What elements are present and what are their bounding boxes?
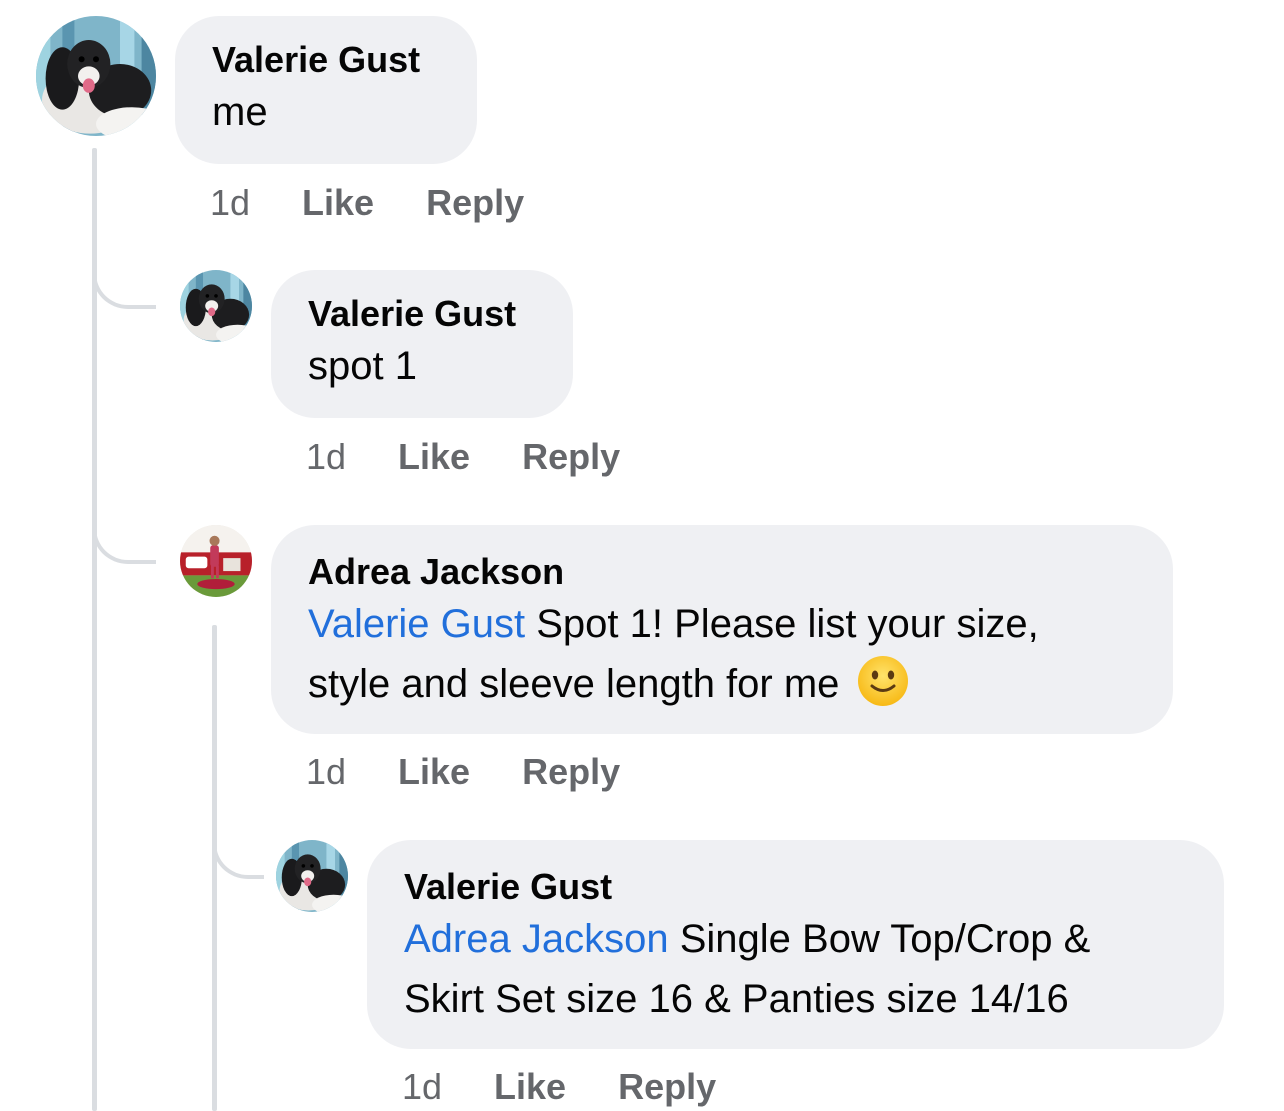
comment-text: me: [212, 90, 268, 134]
comment-text: Valerie Gust Spot 1! Please list your si…: [308, 594, 1173, 714]
like-button[interactable]: Like: [398, 751, 470, 793]
avatar-dog[interactable]: [36, 16, 156, 136]
thread-connector-reply-1: [92, 225, 156, 309]
slightly-smiling-face-icon: [857, 655, 909, 707]
comment-author[interactable]: Valerie Gust: [212, 38, 477, 82]
comment-text-line2: style and sleeve length for me: [308, 662, 851, 706]
reply-button[interactable]: Reply: [618, 1066, 716, 1108]
comment-author[interactable]: Valerie Gust: [308, 292, 573, 336]
mention-link[interactable]: Adrea Jackson: [404, 917, 669, 961]
like-button[interactable]: Like: [302, 182, 374, 224]
comment-bubble: Valerie Gust me: [175, 16, 477, 164]
thread-line-main: [92, 148, 97, 1111]
comment-author[interactable]: Valerie Gust: [404, 865, 1224, 909]
comment-text-line2: Skirt Set size 16 & Panties size 14/16: [404, 977, 1069, 1021]
like-button[interactable]: Like: [494, 1066, 566, 1108]
comment-bubble: Adrea Jackson Valerie Gust Spot 1! Pleas…: [271, 525, 1173, 734]
like-button[interactable]: Like: [398, 436, 470, 478]
thread-connector-reply-3: [212, 795, 264, 879]
comment-bubble: Valerie Gust Adrea Jackson Single Bow To…: [367, 840, 1224, 1049]
avatar-dog[interactable]: [180, 270, 252, 342]
comment-timestamp[interactable]: 1d: [306, 751, 346, 793]
reply-button[interactable]: Reply: [522, 436, 620, 478]
thread-line-nested: [212, 625, 217, 1111]
comment-actions: 1d Like Reply: [306, 749, 620, 795]
comment-timestamp[interactable]: 1d: [306, 436, 346, 478]
comment-actions: 1d Like Reply: [402, 1064, 716, 1110]
avatar-dog[interactable]: [276, 840, 348, 912]
comment-author[interactable]: Adrea Jackson: [308, 550, 1173, 594]
comment-text-line1: Single Bow Top/Crop &: [668, 917, 1091, 961]
comment-text: spot 1: [308, 344, 417, 388]
comment-bubble: Valerie Gust spot 1: [271, 270, 573, 418]
comment-timestamp[interactable]: 1d: [402, 1066, 442, 1108]
comment-actions: 1d Like Reply: [210, 180, 524, 226]
comment-actions: 1d Like Reply: [306, 434, 620, 480]
comment-timestamp[interactable]: 1d: [210, 182, 250, 224]
avatar-child-photo[interactable]: [180, 525, 252, 597]
reply-button[interactable]: Reply: [426, 182, 524, 224]
comment-text-line1: Spot 1! Please list your size,: [525, 602, 1039, 646]
thread-connector-reply-2: [92, 480, 156, 564]
reply-button[interactable]: Reply: [522, 751, 620, 793]
comment-text: Adrea Jackson Single Bow Top/Crop & Skir…: [404, 909, 1224, 1029]
mention-link[interactable]: Valerie Gust: [308, 602, 525, 646]
